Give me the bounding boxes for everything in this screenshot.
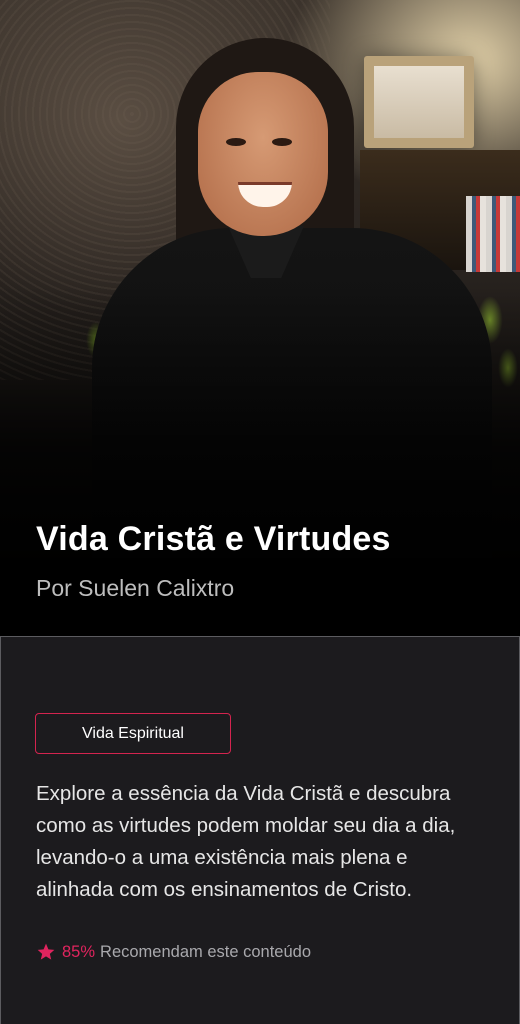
course-detail-screen: Vida Cristã e Virtudes Por Suelen Calixt… (0, 0, 520, 1024)
recommendation-label: Recomendam este conteúdo (100, 942, 311, 961)
recommendation-percent: 85% (62, 942, 96, 961)
course-author: Por Suelen Calixtro (36, 575, 235, 601)
star-icon (36, 942, 56, 962)
recommendation-rating: 85% Recomendam este conteúdo (36, 942, 311, 962)
course-title: Vida Cristã e Virtudes (36, 520, 391, 558)
course-description: Explore a essência da Vida Cristã e desc… (36, 782, 456, 901)
category-tag[interactable]: Vida Espiritual (35, 713, 231, 754)
category-tag-label: Vida Espiritual (82, 724, 184, 742)
